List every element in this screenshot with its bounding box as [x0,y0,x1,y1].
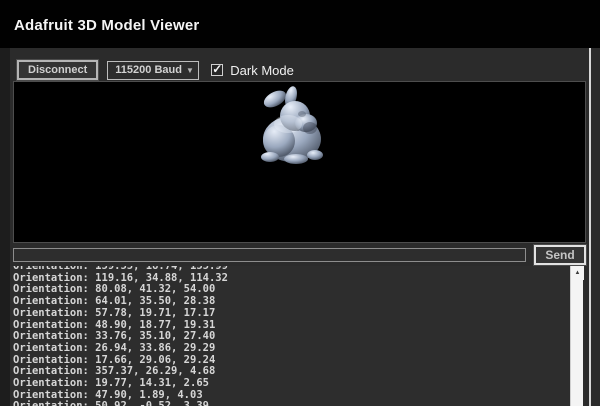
scroll-up-arrow-icon[interactable]: ▲ [571,266,584,280]
serial-send-input[interactable] [13,248,526,262]
app-header: Adafruit 3D Model Viewer [0,0,600,48]
console-line: Orientation: 26.94, 33.86, 29.29 [13,343,567,355]
page-right-divider [589,48,591,406]
page-left-edge [0,48,10,406]
console-line: Orientation: 57.78, 19.71, 17.17 [13,308,567,320]
dark-mode-label: Dark Mode [230,63,294,78]
chevron-down-icon: ▼ [182,66,194,75]
console-line: Orientation: 50.92, -0.52, 3.39 [13,401,567,406]
console-scrollbar[interactable]: ▲ [570,266,583,406]
dark-mode-checkbox[interactable] [211,64,223,76]
toolbar: Disconnect 115200 Baud ▼ Dark Mode [17,60,294,80]
baud-rate-select[interactable]: 115200 Baud ▼ [107,61,199,80]
model-viewer-canvas[interactable] [13,81,586,243]
serial-console[interactable]: Orientation: 159.55, 18.74, 155.99Orient… [10,266,585,406]
disconnect-button[interactable]: Disconnect [17,60,98,80]
console-line: Orientation: 19.77, 14.31, 2.65 [13,378,567,390]
page-title: Adafruit 3D Model Viewer [0,0,600,34]
baud-rate-value: 115200 Baud [115,64,182,76]
console-output: Orientation: 159.55, 18.74, 155.99Orient… [13,266,567,406]
send-button[interactable]: Send [534,245,586,265]
bunny-3d-model [254,86,340,166]
